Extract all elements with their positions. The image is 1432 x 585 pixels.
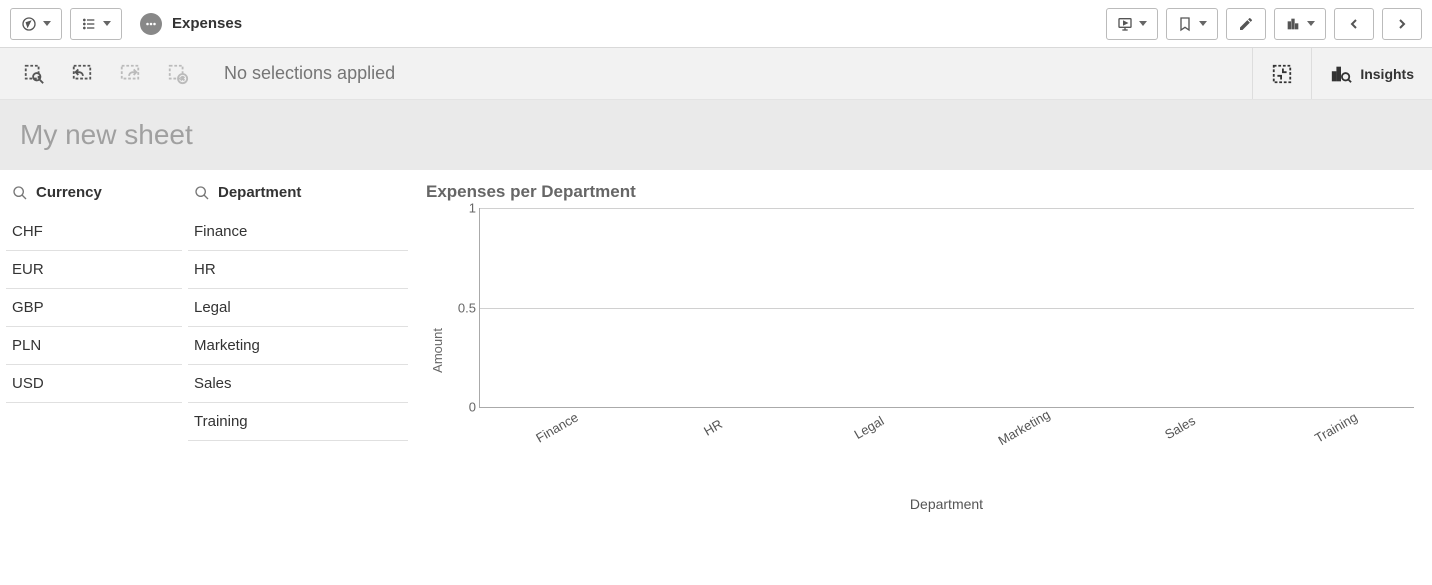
x-tick-label: Sales [1162, 413, 1198, 442]
filter-item[interactable]: PLN [6, 327, 182, 365]
filter-pane-currency: Currency CHF EUR GBP PLN USD [6, 176, 182, 579]
compass-icon [21, 16, 37, 32]
x-tick-label: Legal [851, 413, 886, 442]
filter-item[interactable]: HR [188, 251, 408, 289]
x-tick-label: Marketing [996, 407, 1053, 449]
pencil-icon [1238, 16, 1254, 32]
app-title-text: Expenses [172, 15, 242, 32]
chevron-left-icon [1346, 16, 1362, 32]
search-selection-icon [23, 63, 45, 85]
filter-header-department[interactable]: Department [188, 176, 408, 213]
y-axis-label: Amount [426, 328, 449, 373]
y-tick: 1 [450, 201, 476, 216]
play-screen-icon [1117, 16, 1133, 32]
bookmark-icon [1177, 16, 1193, 32]
filter-item[interactable]: Finance [188, 213, 408, 251]
chevron-right-icon [1394, 16, 1410, 32]
list-icon [81, 16, 97, 32]
selection-clear-button [164, 60, 192, 88]
sheet-title: My new sheet [20, 119, 193, 151]
app-icon [140, 13, 162, 35]
caret-down-icon [1307, 21, 1315, 26]
chart-pane[interactable]: Expenses per Department Amount 1 0.5 0 F… [414, 176, 1426, 579]
caret-down-icon [43, 21, 51, 26]
filter-item[interactable]: GBP [6, 289, 182, 327]
selection-back-button[interactable] [68, 60, 96, 88]
chart-body: Amount 1 0.5 0 Finance HR Legal Marketin… [426, 208, 1414, 573]
insights-button[interactable]: Insights [1311, 48, 1432, 99]
insights-label: Insights [1360, 66, 1414, 82]
selection-forward-button [116, 60, 144, 88]
caret-down-icon [1199, 21, 1207, 26]
filter-item[interactable]: Marketing [188, 327, 408, 365]
plot-area: 1 0.5 0 [479, 208, 1414, 408]
app-title: Expenses [140, 13, 242, 35]
selection-search-button[interactable] [20, 60, 48, 88]
next-sheet-button[interactable] [1382, 8, 1422, 40]
filter-header-currency[interactable]: Currency [6, 176, 182, 213]
caret-down-icon [103, 21, 111, 26]
selection-message: No selections applied [212, 63, 1252, 84]
chart-title: Expenses per Department [426, 182, 1414, 202]
play-button[interactable] [1106, 8, 1158, 40]
x-tick-label: HR [701, 416, 725, 438]
bookmark-button[interactable] [1166, 8, 1218, 40]
y-tick: 0 [450, 400, 476, 415]
sheets-icon [1285, 16, 1301, 32]
filter-list-department: Finance HR Legal Marketing Sales Trainin… [188, 213, 408, 441]
collapse-icon [1271, 63, 1293, 85]
search-icon [194, 185, 210, 201]
filter-item[interactable]: Legal [188, 289, 408, 327]
sheets-button[interactable] [1274, 8, 1326, 40]
smart-selection-button[interactable] [1252, 48, 1311, 99]
redo-selection-icon [119, 63, 141, 85]
filter-item[interactable]: Sales [188, 365, 408, 403]
selection-bar: No selections applied Insights [0, 48, 1432, 100]
edit-button[interactable] [1226, 8, 1266, 40]
x-tick-label: Finance [533, 409, 581, 445]
filter-list-currency: CHF EUR GBP PLN USD [6, 213, 182, 403]
insights-icon [1330, 63, 1352, 85]
x-ticks: Finance HR Legal Marketing Sales Trainin… [479, 408, 1414, 478]
previous-sheet-button[interactable] [1334, 8, 1374, 40]
x-tick-label: Training [1312, 409, 1360, 445]
clear-selection-icon [167, 63, 189, 85]
caret-down-icon [1139, 21, 1147, 26]
filter-item[interactable]: USD [6, 365, 182, 403]
undo-selection-icon [71, 63, 93, 85]
y-tick: 0.5 [450, 300, 476, 315]
sheet-title-bar: My new sheet [0, 100, 1432, 170]
filter-pane-department: Department Finance HR Legal Marketing Sa… [188, 176, 408, 579]
filter-item[interactable]: CHF [6, 213, 182, 251]
options-button[interactable] [70, 8, 122, 40]
filter-title: Currency [36, 184, 102, 201]
navigate-button[interactable] [10, 8, 62, 40]
search-icon [12, 185, 28, 201]
x-axis-label: Department [479, 496, 1414, 512]
filter-item[interactable]: EUR [6, 251, 182, 289]
content-area: Currency CHF EUR GBP PLN USD Department … [0, 170, 1432, 585]
top-toolbar: Expenses [0, 0, 1432, 48]
filter-title: Department [218, 184, 301, 201]
filter-item[interactable]: Training [188, 403, 408, 441]
